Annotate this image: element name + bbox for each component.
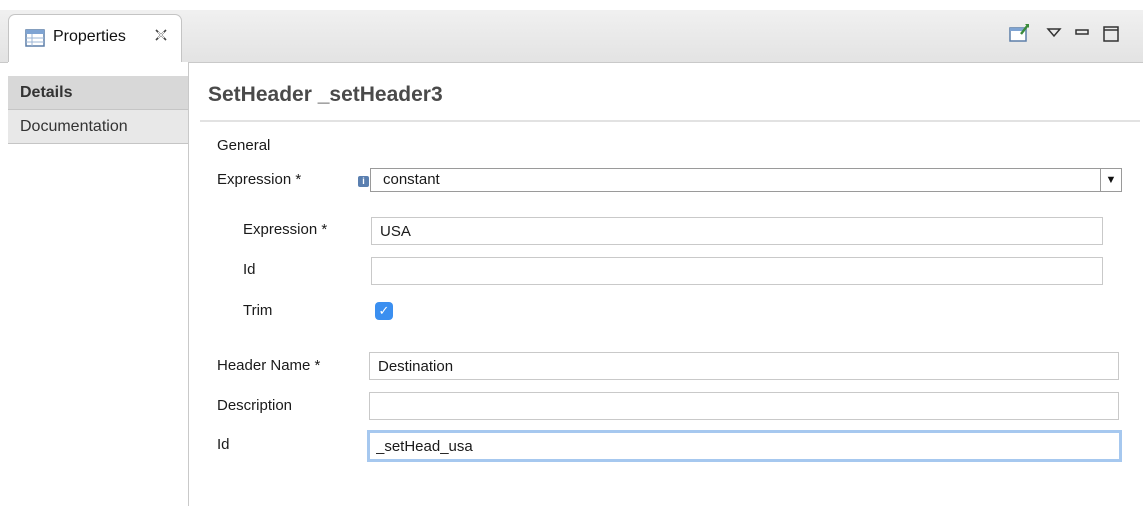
header-name-label: Header Name * — [217, 357, 321, 374]
expression-id-input[interactable] — [371, 257, 1103, 285]
dropdown-arrow-icon[interactable]: ▼ — [1100, 169, 1121, 191]
page-title: SetHeader _setHeader3 — [208, 83, 443, 106]
expression-input[interactable] — [371, 217, 1103, 245]
trim-checkbox[interactable]: ✓ — [375, 302, 393, 320]
trim-label: Trim — [243, 302, 273, 319]
expression-id-label: Id — [243, 261, 256, 278]
expression-label: Expression * — [243, 221, 328, 238]
minimize-icon[interactable] — [1072, 22, 1094, 44]
general-section-label: General — [217, 137, 271, 154]
description-input[interactable] — [369, 392, 1119, 420]
description-label: Description — [217, 397, 293, 414]
properties-tab[interactable]: Properties — [8, 14, 182, 62]
header-name-input[interactable] — [369, 352, 1119, 380]
title-divider — [200, 120, 1140, 122]
nav-item-details[interactable]: Details — [8, 76, 188, 110]
properties-table-icon — [25, 29, 45, 47]
id-label: Id — [217, 436, 230, 453]
top-gap — [0, 0, 1143, 10]
properties-tab-label: Properties — [53, 28, 126, 45]
nav-item-documentation[interactable]: Documentation — [8, 110, 188, 144]
new-window-icon[interactable] — [1008, 22, 1030, 44]
expression-language-value: constant — [383, 171, 440, 188]
view-menu-icon[interactable] — [1044, 22, 1066, 44]
maximize-icon[interactable] — [1100, 22, 1122, 44]
info-icon: i — [358, 176, 369, 187]
expression-language-select[interactable]: constant ▼ — [370, 168, 1122, 192]
expression-language-label: Expression * — [217, 171, 302, 188]
close-icon[interactable] — [153, 27, 169, 48]
id-input[interactable] — [367, 430, 1122, 462]
